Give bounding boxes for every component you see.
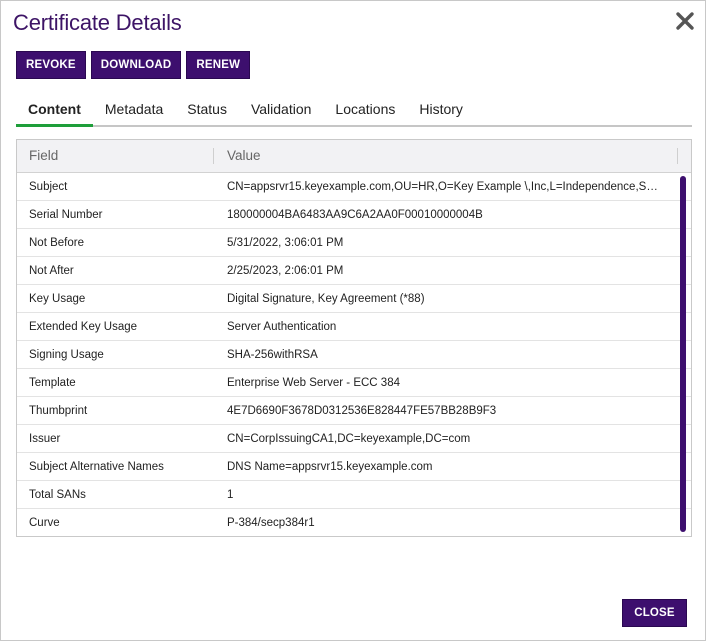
download-button[interactable]: DOWNLOAD <box>90 51 182 79</box>
table-row: Curve P-384/secp384r1 <box>17 509 691 536</box>
table-row: Subject CN=appsrvr15.keyexample.com,OU=H… <box>17 173 691 201</box>
revoke-button[interactable]: REVOKE <box>16 51 86 79</box>
field-value: Enterprise Web Server - ECC 384 <box>227 377 400 389</box>
field-value: 180000004BA6483AA9C6A2AA0F00010000004B <box>227 209 483 221</box>
close-button[interactable]: CLOSE <box>622 599 687 627</box>
table-row: Signing Usage SHA-256withRSA <box>17 341 691 369</box>
table-row: Template Enterprise Web Server - ECC 384 <box>17 369 691 397</box>
tab-metadata[interactable]: Metadata <box>93 93 175 125</box>
table-row: Total SANs 1 <box>17 481 691 509</box>
field-name: Subject <box>29 181 68 193</box>
field-name: Issuer <box>29 433 61 445</box>
table-row: Key Usage Digital Signature, Key Agreeme… <box>17 285 691 313</box>
tab-bar: Content Metadata Status Validation Locat… <box>16 93 692 127</box>
close-icon-glyph <box>676 12 694 30</box>
field-name: Extended Key Usage <box>29 321 138 333</box>
tab-validation[interactable]: Validation <box>239 93 323 125</box>
action-toolbar: REVOKE DOWNLOAD RENEW <box>16 51 251 79</box>
column-header-field[interactable]: Field <box>29 140 58 172</box>
close-icon[interactable] <box>673 9 697 33</box>
column-separator <box>677 148 678 164</box>
field-name: Not After <box>29 265 74 277</box>
renew-button[interactable]: RENEW <box>186 51 251 79</box>
field-value: CN=appsrvr15.keyexample.com,OU=HR,O=Key … <box>227 181 663 193</box>
tab-content[interactable]: Content <box>16 93 93 127</box>
field-name: Serial Number <box>29 209 103 221</box>
field-name: Subject Alternative Names <box>29 461 164 473</box>
tab-history[interactable]: History <box>407 93 475 125</box>
field-value: DNS Name=appsrvr15.keyexample.com <box>227 461 433 473</box>
field-value: SHA-256withRSA <box>227 349 318 361</box>
dialog-title: Certificate Details <box>13 10 182 35</box>
vertical-scrollbar[interactable] <box>680 176 686 532</box>
field-value: Digital Signature, Key Agreement (*88) <box>227 293 425 305</box>
field-value: P-384/secp384r1 <box>227 517 315 529</box>
certificate-fields-grid: Field Value Subject CN=appsrvr15.keyexam… <box>16 139 692 537</box>
field-value: 5/31/2022, 3:06:01 PM <box>227 237 344 249</box>
column-separator <box>213 148 214 164</box>
tab-locations[interactable]: Locations <box>323 93 407 125</box>
table-row: Subject Alternative Names DNS Name=appsr… <box>17 453 691 481</box>
table-row: Thumbprint 4E7D6690F3678D0312536E828447F… <box>17 397 691 425</box>
field-name: Not Before <box>29 237 84 249</box>
certificate-details-dialog: Certificate Details REVOKE DOWNLOAD RENE… <box>0 0 706 641</box>
table-row: Not After 2/25/2023, 2:06:01 PM <box>17 257 691 285</box>
field-value: Server Authentication <box>227 321 337 333</box>
table-row: Serial Number 180000004BA6483AA9C6A2AA0F… <box>17 201 691 229</box>
table-row: Issuer CN=CorpIssuingCA1,DC=keyexample,D… <box>17 425 691 453</box>
field-name: Key Usage <box>29 293 86 305</box>
field-name: Signing Usage <box>29 349 104 361</box>
field-name: Total SANs <box>29 489 86 501</box>
field-value: 2/25/2023, 2:06:01 PM <box>227 265 344 277</box>
field-name: Template <box>29 377 76 389</box>
table-row: Extended Key Usage Server Authentication <box>17 313 691 341</box>
field-value: 4E7D6690F3678D0312536E828447FE57BB28B9F3 <box>227 405 497 417</box>
field-value: CN=CorpIssuingCA1,DC=keyexample,DC=com <box>227 433 471 445</box>
column-header-value[interactable]: Value <box>227 140 261 172</box>
field-value: 1 <box>227 489 234 501</box>
field-name: Thumbprint <box>29 405 88 417</box>
field-name: Curve <box>29 517 60 529</box>
tab-status[interactable]: Status <box>175 93 239 125</box>
table-row: Not Before 5/31/2022, 3:06:01 PM <box>17 229 691 257</box>
grid-header: Field Value <box>17 140 691 173</box>
grid-body: Subject CN=appsrvr15.keyexample.com,OU=H… <box>17 173 691 536</box>
